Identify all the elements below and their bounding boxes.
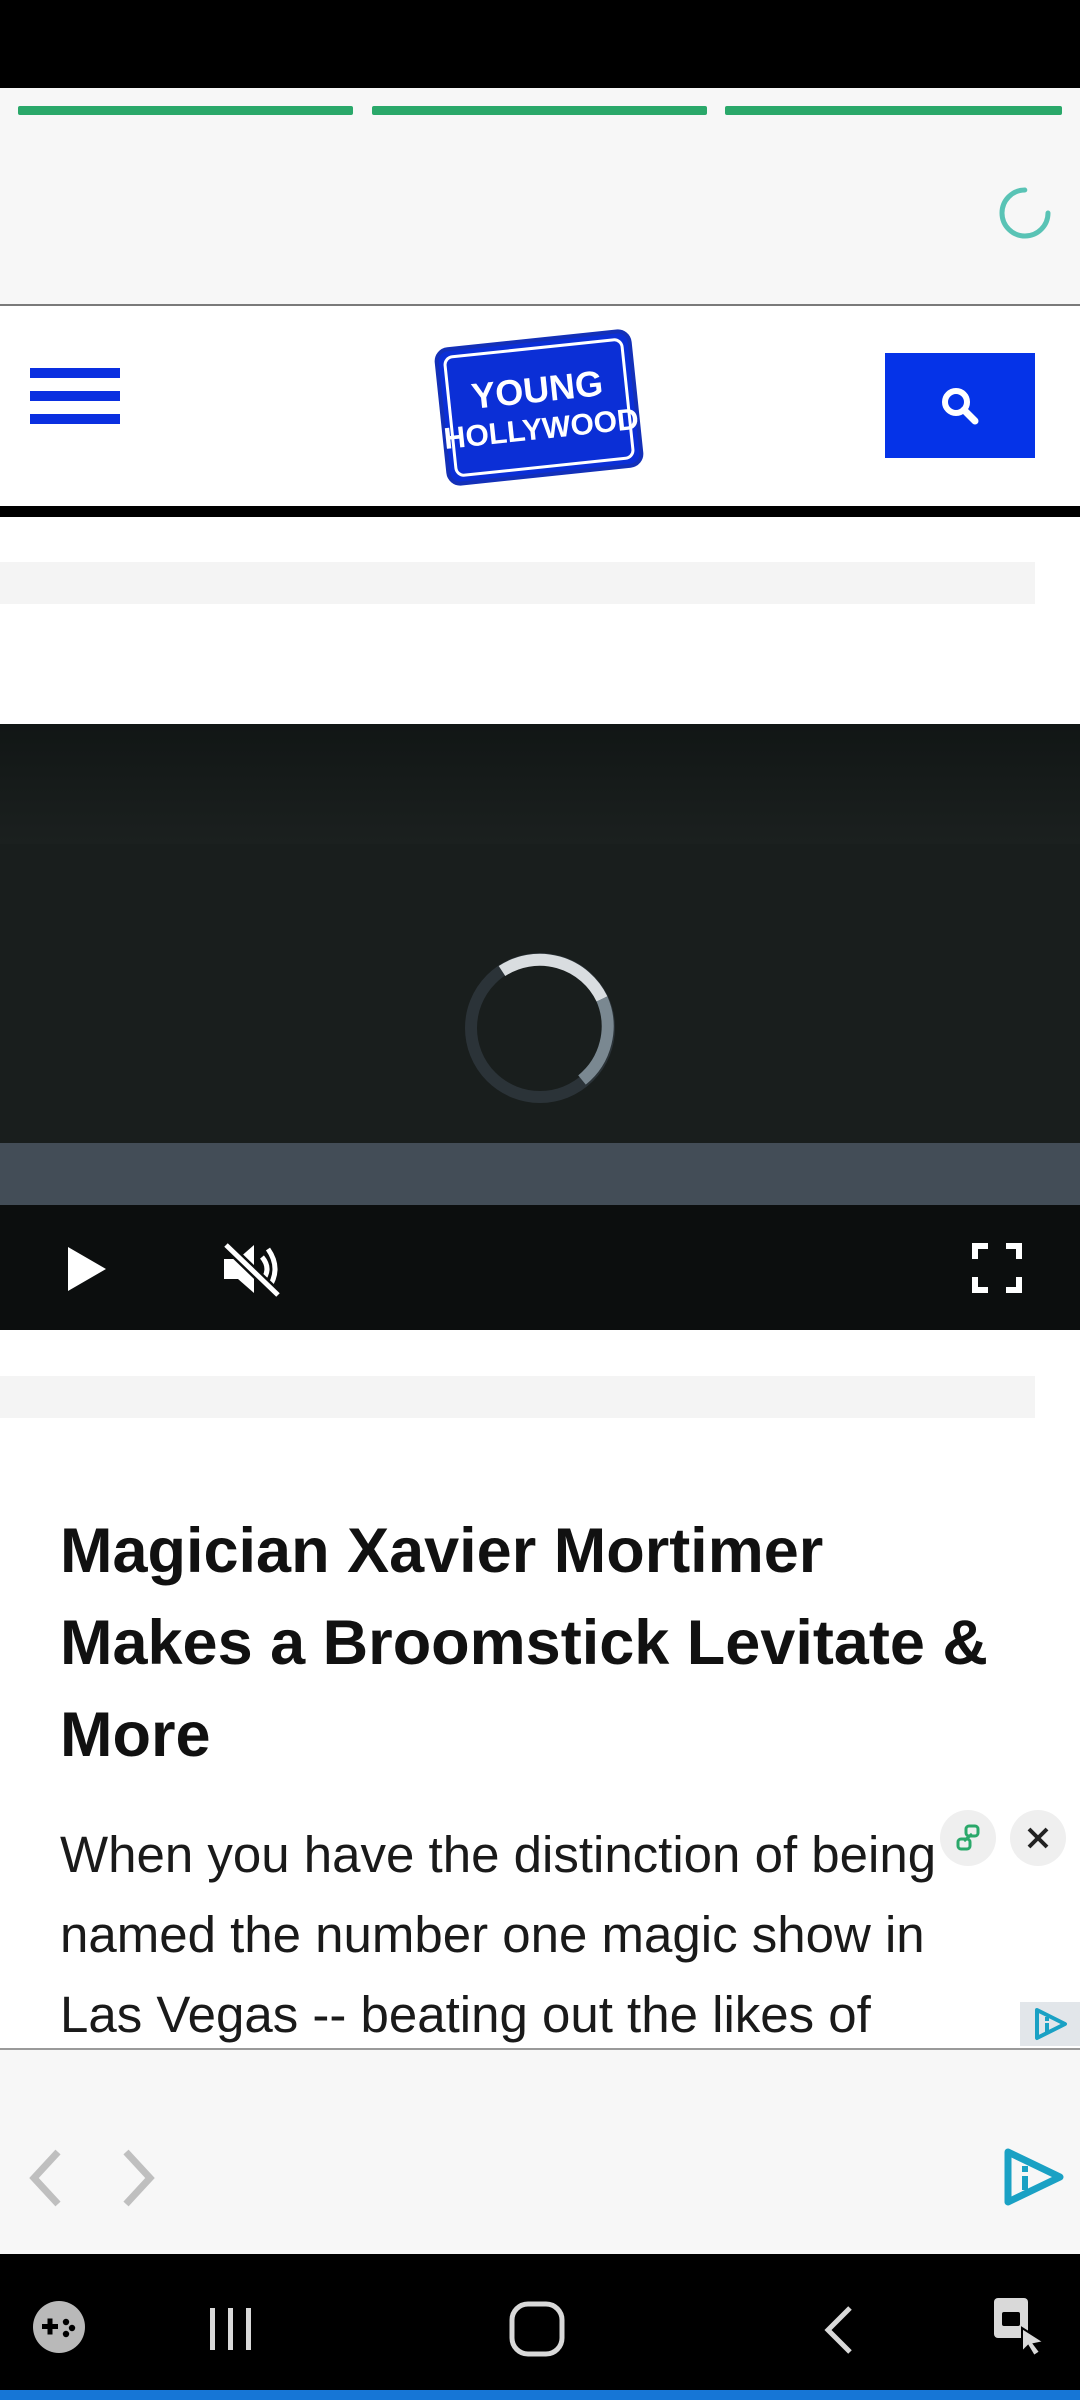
status-bar	[0, 0, 1080, 88]
back-icon[interactable]	[820, 2304, 858, 2356]
video-controls-bar	[0, 1205, 1080, 1330]
fullscreen-icon[interactable]	[972, 1243, 1022, 1293]
story-progress-segment[interactable]	[372, 106, 707, 115]
young-hollywood-logo[interactable]: YOUNG HOLLYWOOD	[431, 326, 647, 489]
chevron-right-icon[interactable]	[116, 2146, 160, 2210]
chevron-left-icon[interactable]	[24, 2146, 68, 2210]
video-loading-spinner-icon	[465, 953, 615, 1103]
play-icon[interactable]	[62, 1243, 110, 1295]
story-progress-segment[interactable]	[18, 106, 353, 115]
ad-placeholder-bar	[0, 562, 1035, 604]
spinner-icon	[999, 187, 1051, 239]
search-icon	[942, 387, 979, 424]
header-divider	[0, 506, 1080, 517]
story-progress-area	[0, 88, 1080, 306]
ad-close-button[interactable]	[1010, 1810, 1066, 1866]
accessibility-touch-icon[interactable]	[990, 2294, 1050, 2358]
search-button[interactable]	[885, 353, 1035, 458]
video-top-shade	[0, 724, 1080, 844]
game-launcher-icon[interactable]	[30, 2298, 88, 2356]
bottom-ad-bar	[0, 2048, 1080, 2254]
adchoices-button[interactable]	[1020, 2002, 1080, 2046]
system-nav-accent-line	[0, 2390, 1080, 2400]
ad-brand-play-icon[interactable]	[1000, 2146, 1066, 2208]
story-progress-segment[interactable]	[725, 106, 1062, 115]
muted-speaker-icon[interactable]	[220, 1241, 284, 1297]
home-icon[interactable]	[508, 2300, 566, 2358]
close-icon	[1027, 1827, 1049, 1849]
link-icon	[956, 1824, 980, 1851]
ad-link-button[interactable]	[940, 1810, 996, 1866]
system-navigation-bar	[0, 2254, 1080, 2400]
adchoices-icon	[1035, 2008, 1067, 2040]
ad-placeholder-bar	[0, 1376, 1035, 1418]
article-title: Magician Xavier Mortimer Makes a Broomst…	[60, 1516, 988, 1770]
article-body-text: When you have the distinction of being n…	[60, 1826, 937, 2043]
video-progress-track[interactable]	[0, 1143, 1080, 1205]
hamburger-menu-icon[interactable]	[0, 356, 140, 436]
recent-apps-icon[interactable]	[206, 2306, 256, 2352]
